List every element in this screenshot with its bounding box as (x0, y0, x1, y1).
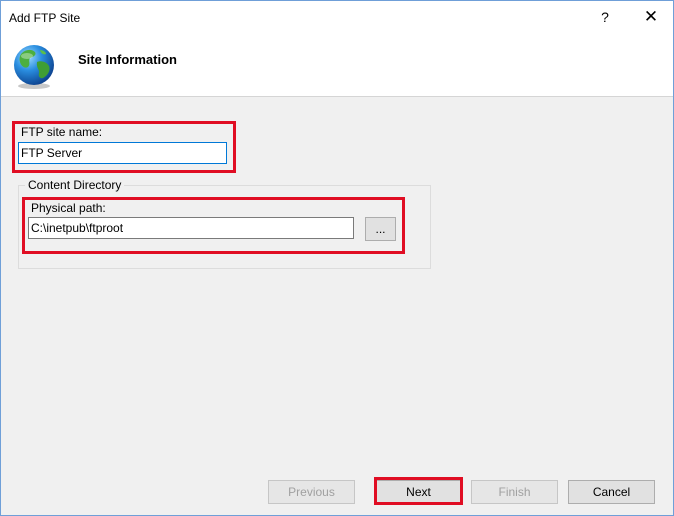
browse-button[interactable]: ... (365, 217, 396, 241)
wizard-header: Site Information (1, 32, 673, 97)
globe-icon (14, 45, 54, 89)
next-button[interactable]: Next (375, 480, 462, 504)
close-button[interactable]: ✕ (629, 3, 673, 31)
finish-button[interactable]: Finish (471, 480, 558, 504)
wizard-content: FTP site name: Content Directory Physica… (1, 97, 673, 515)
title-bar: Add FTP Site ? ✕ (1, 1, 673, 32)
physical-path-input[interactable] (28, 217, 354, 239)
previous-button[interactable]: Previous (268, 480, 355, 504)
add-ftp-site-dialog: Add FTP Site ? ✕ Site Information FTP si… (0, 0, 674, 516)
content-directory-label: Content Directory (25, 178, 125, 192)
physical-path-label: Physical path: (31, 201, 106, 215)
page-title: Site Information (78, 52, 177, 67)
site-name-label: FTP site name: (21, 125, 103, 139)
cancel-button[interactable]: Cancel (568, 480, 655, 504)
site-name-input[interactable] (18, 142, 227, 164)
window-title: Add FTP Site (9, 11, 81, 25)
help-button[interactable]: ? (583, 3, 627, 31)
